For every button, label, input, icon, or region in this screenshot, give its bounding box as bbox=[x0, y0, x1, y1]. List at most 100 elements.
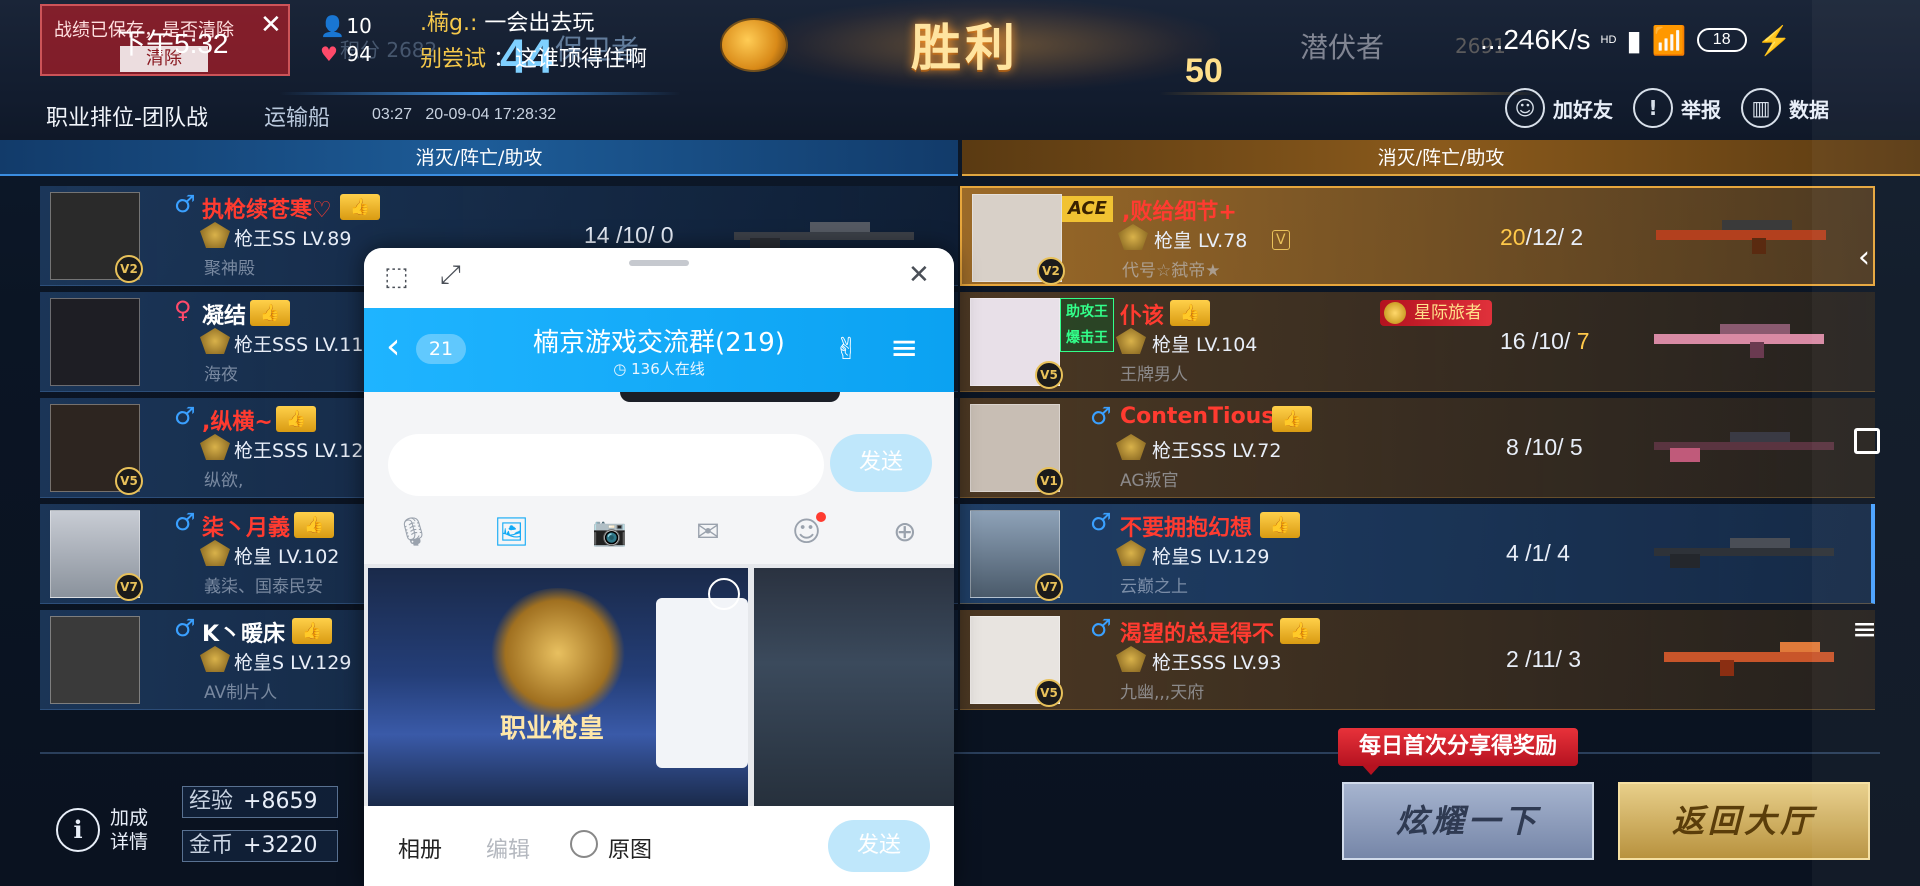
add-friend-button[interactable]: ☺ 加好友 bbox=[1505, 88, 1613, 128]
menu-icon[interactable]: ≡ bbox=[890, 328, 919, 368]
bonus-label-line1: 加成 bbox=[110, 807, 149, 829]
plus-icon[interactable]: ⊕ bbox=[883, 510, 927, 554]
player-name[interactable]: 不要拥抱幻想 bbox=[1120, 510, 1252, 542]
right-player-row[interactable]: V7 ♂ 不要拥抱幻想 👍 枪皇S LV.129 云巅之上 4 /1/ 4 bbox=[960, 504, 1875, 604]
share-button[interactable]: 炫耀一下 bbox=[1342, 782, 1594, 860]
chevron-left-icon[interactable]: ‹ bbox=[1858, 240, 1870, 275]
rank-icon bbox=[1118, 224, 1148, 250]
match-duration: 03:27 bbox=[372, 106, 413, 123]
photo-thumbnail[interactable] bbox=[754, 568, 954, 806]
rank-icon bbox=[1116, 434, 1146, 460]
like-icon[interactable]: 👍 bbox=[340, 194, 380, 220]
crop-icon[interactable]: ⬚ bbox=[384, 262, 409, 292]
photo-thumbnail[interactable]: 职业枪皇 bbox=[368, 568, 748, 806]
network-speed: ...246K/s bbox=[1480, 24, 1591, 55]
top-actions: ☺ 加好友 ! 举报 ▥ 数据 bbox=[1505, 88, 1829, 128]
avatar[interactable]: V7 bbox=[970, 510, 1063, 601]
drag-handle[interactable] bbox=[629, 260, 689, 266]
window-toolbar: ⬚ ⤢ ✕ bbox=[364, 248, 954, 308]
original-radio[interactable] bbox=[570, 830, 598, 858]
coin-value: +3220 bbox=[243, 833, 318, 858]
player-name[interactable]: 渴望的总是得不 bbox=[1120, 616, 1274, 648]
player-name[interactable]: ContenTious bbox=[1120, 404, 1274, 429]
like-icon[interactable]: 👍 bbox=[276, 406, 316, 432]
player-kda: 16 /10/ 7 bbox=[1500, 328, 1590, 355]
bonus-details-button[interactable]: i 加成 详情 bbox=[56, 806, 148, 854]
coin-label: 金币 bbox=[189, 833, 234, 858]
avatar[interactable]: V5 bbox=[970, 298, 1063, 389]
vip-badge: V7 bbox=[1035, 573, 1063, 601]
right-player-row[interactable]: V1 ♂ ContenTious 👍 枪王SSS LV.72 AG叛官 8 /1… bbox=[960, 398, 1875, 498]
player-name[interactable]: 执枪续苍寒♡ bbox=[202, 192, 332, 224]
avatar[interactable]: V5 bbox=[50, 404, 143, 495]
heart-icon: ♥ bbox=[320, 42, 338, 66]
close-icon[interactable]: ✕ bbox=[260, 10, 282, 40]
player-name[interactable]: 仆该 bbox=[1120, 298, 1164, 330]
like-icon[interactable]: 👍 bbox=[1170, 300, 1210, 326]
microphone-icon[interactable]: 🎙 bbox=[391, 510, 435, 554]
album-button[interactable]: 相册 bbox=[398, 832, 442, 864]
info-icon: i bbox=[56, 808, 100, 852]
select-circle-icon[interactable] bbox=[708, 578, 740, 610]
close-icon[interactable]: ✕ bbox=[908, 260, 930, 290]
send-photo-button[interactable]: 发送 bbox=[828, 820, 930, 872]
player-guild: AV制片人 bbox=[204, 683, 278, 703]
vip-badge: V5 bbox=[1035, 679, 1063, 707]
right-player-row[interactable]: V5 助攻王 爆击王 仆该 👍 星际旅者 枪皇 LV.104 王牌男人 16 /… bbox=[960, 292, 1875, 392]
report-button[interactable]: ! 举报 bbox=[1633, 88, 1721, 128]
window-square-icon[interactable] bbox=[1854, 428, 1880, 454]
online-count-text: 136人在线 bbox=[631, 360, 705, 378]
player-rank: 枪皇 LV.104 bbox=[1152, 334, 1258, 356]
exp-reward: 经验 +8659 bbox=[182, 786, 338, 818]
chat-emoji-icon[interactable] bbox=[720, 18, 788, 72]
rank-icon bbox=[200, 328, 230, 354]
avatar[interactable]: V1 bbox=[970, 404, 1063, 495]
chat-messages: .楠g.: 一会出去玩 别尝试 ：这谁顶得住啊 bbox=[420, 6, 647, 78]
add-friend-label: 加好友 bbox=[1553, 97, 1613, 122]
gesture-icon[interactable]: ✌ bbox=[834, 332, 859, 367]
player-name[interactable]: 柒丶月義 bbox=[202, 510, 290, 542]
player-name[interactable]: ,纵横~ bbox=[202, 404, 273, 436]
avatar[interactable]: V7 bbox=[50, 510, 143, 601]
kda-main: 16 /10/ bbox=[1500, 328, 1577, 354]
player-name[interactable]: 凝结 bbox=[202, 298, 246, 330]
camera-icon[interactable]: 📷 bbox=[588, 510, 632, 554]
player-name[interactable]: ,败给细节+ bbox=[1122, 194, 1237, 226]
qq-floating-window: ⬚ ⤢ ✕ ‹ 21 楠京游戏交流群(219) ◷ 136人在线 ✌ ≡ 发送 … bbox=[364, 248, 954, 886]
assist-count: 7 bbox=[1576, 328, 1590, 354]
avatar[interactable]: V5 bbox=[970, 616, 1063, 707]
menu-icon[interactable]: ≡ bbox=[1852, 612, 1877, 647]
player-kda: 4 /1/ 4 bbox=[1506, 540, 1570, 566]
add-friend-icon: ☺ bbox=[1505, 88, 1545, 128]
player-guild: 王牌男人 bbox=[1120, 365, 1188, 385]
player-kda: 14 /10/ 0 bbox=[584, 222, 674, 248]
emoji-icon[interactable]: ☺ bbox=[784, 510, 828, 554]
player-count: 10 bbox=[346, 14, 372, 38]
like-icon[interactable]: 👍 bbox=[250, 300, 290, 326]
like-icon[interactable]: 👍 bbox=[1280, 618, 1320, 644]
room-counts: 👤 10 ♥ 94 bbox=[320, 12, 372, 68]
thumbnail-caption: 职业枪皇 bbox=[500, 714, 605, 744]
message-input[interactable] bbox=[388, 434, 824, 496]
image-icon[interactable]: 🖼 bbox=[489, 510, 533, 554]
right-player-row[interactable]: V5 ♂ 渴望的总是得不 👍 枪王SSS LV.93 九幽,,,天府 2 /11… bbox=[960, 610, 1875, 710]
exp-label: 经验 bbox=[189, 789, 234, 814]
expand-icon[interactable]: ⤢ bbox=[440, 260, 461, 291]
person-icon: 👤 bbox=[320, 14, 345, 38]
right-player-row[interactable]: V2 ACE ,败给细节+ 枪皇 LV.78 V 代号☆弑帝★ 20/12/ 2 bbox=[960, 186, 1875, 286]
blue-stripe bbox=[280, 92, 680, 95]
like-icon[interactable]: 👍 bbox=[294, 512, 334, 538]
like-icon[interactable]: 👍 bbox=[1272, 406, 1312, 432]
male-icon: ♂ bbox=[174, 614, 196, 642]
send-button[interactable]: 发送 bbox=[830, 434, 932, 492]
edit-button[interactable]: 编辑 bbox=[486, 832, 530, 864]
player-name[interactable]: K丶暖床 bbox=[202, 616, 285, 648]
share-reward-tip: 每日首次分享得奖励 bbox=[1338, 728, 1578, 775]
avatar[interactable]: V2 bbox=[972, 194, 1065, 285]
red-packet-icon[interactable]: ✉ bbox=[686, 510, 730, 554]
avatar[interactable] bbox=[50, 616, 140, 704]
like-icon[interactable]: 👍 bbox=[1260, 512, 1300, 538]
avatar[interactable] bbox=[50, 298, 140, 386]
like-icon[interactable]: 👍 bbox=[292, 618, 332, 644]
avatar[interactable]: V2 bbox=[50, 192, 143, 283]
